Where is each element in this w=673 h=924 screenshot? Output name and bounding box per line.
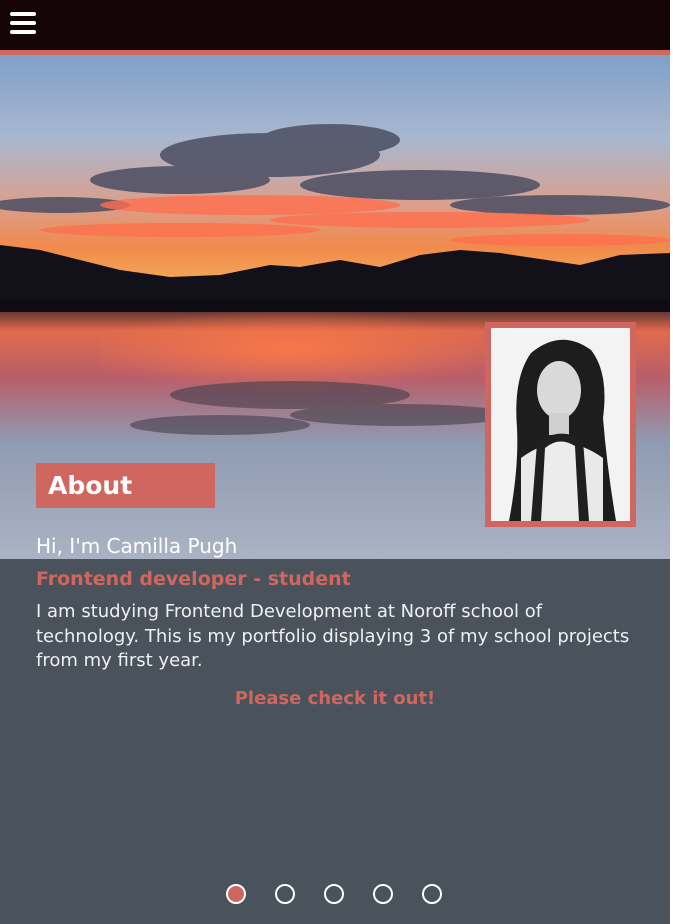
profile-photo	[491, 328, 630, 521]
carousel-dot-2[interactable]	[275, 884, 295, 904]
profile-photo-frame	[485, 322, 636, 527]
top-bar	[0, 0, 670, 50]
about-heading: About	[36, 463, 215, 508]
carousel-dot-3[interactable]	[324, 884, 344, 904]
bio-paragraph: I am studying Frontend Development at No…	[36, 601, 630, 671]
greeting-text: Hi, I'm Camilla Pugh	[36, 534, 238, 558]
carousel-dot-4[interactable]	[373, 884, 393, 904]
hamburger-menu-icon[interactable]	[10, 12, 36, 34]
carousel-indicators	[226, 884, 442, 904]
role-subtitle: Frontend developer - student	[36, 568, 351, 590]
page: About Hi, I'm Camilla Pugh Frontend deve…	[0, 0, 670, 924]
check-it-out-link[interactable]: Please check it out!	[0, 686, 670, 712]
carousel-dot-1[interactable]	[226, 884, 246, 904]
carousel-dot-5[interactable]	[422, 884, 442, 904]
